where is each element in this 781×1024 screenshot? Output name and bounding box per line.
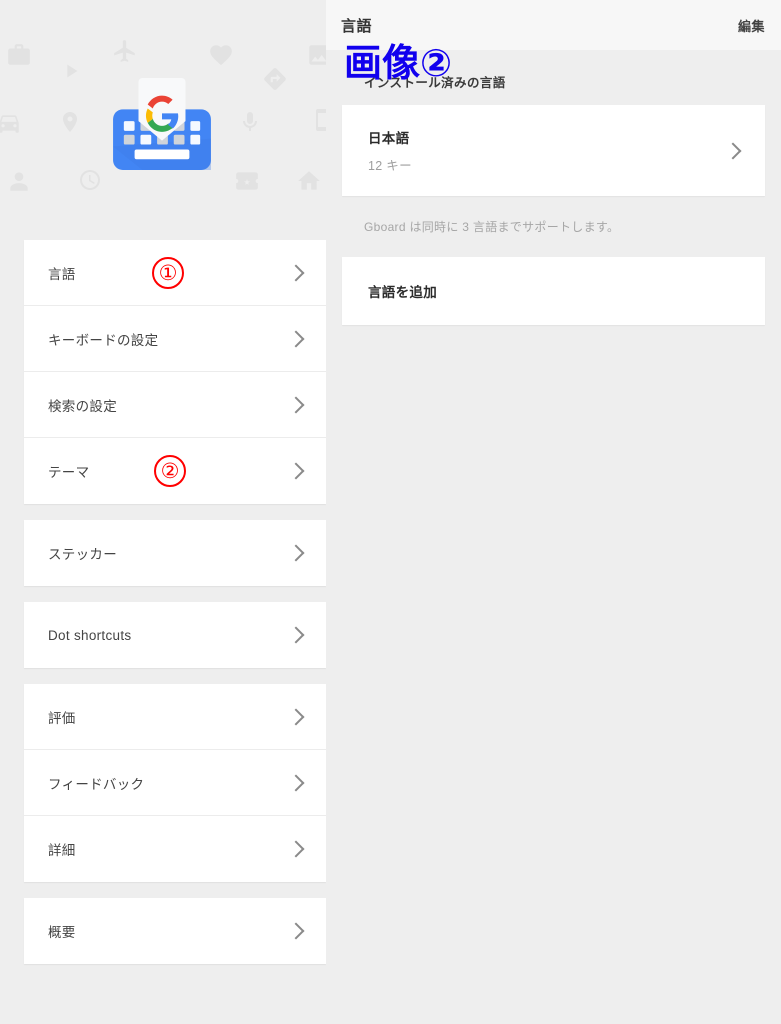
- installed-languages-card: 日本語 12 キー: [342, 105, 765, 196]
- chevron-right-icon: [287, 264, 305, 281]
- chevron-right-icon: [287, 462, 305, 480]
- language-detail-panel: 言語 編集 画像② インストール済みの言語 日本語 12 キー Gboard は…: [326, 0, 781, 1024]
- briefcase-icon: [8, 44, 30, 65]
- sidebar-item-label: テーマ: [48, 465, 90, 480]
- settings-group-4: 評価 フィードバック 詳細: [24, 684, 326, 882]
- home-icon: [298, 171, 320, 190]
- ticket-icon: [236, 172, 258, 190]
- edit-button[interactable]: 編集: [738, 16, 765, 35]
- language-limit-hint: Gboard は同時に 3 言語までサポートします。: [364, 220, 620, 234]
- language-name: 日本語: [368, 131, 410, 146]
- section-heading-installed-languages: インストール済みの言語: [364, 76, 506, 90]
- sidebar-item-search-settings[interactable]: 検索の設定: [24, 372, 326, 438]
- sidebar-item-feedback[interactable]: フィードバック: [24, 750, 326, 816]
- directions-icon: [264, 68, 286, 90]
- car-icon: [0, 115, 19, 133]
- add-language-label: 言語を追加: [368, 285, 437, 300]
- chevron-right-icon: [287, 708, 305, 725]
- sidebar-item-label: 詳細: [48, 843, 76, 858]
- clock-icon: [80, 170, 100, 190]
- gboard-logo: [113, 78, 211, 170]
- settings-sidebar: 言語 ① キーボードの設定 検索の設定 テーマ ② ステッカー Dot shor…: [0, 0, 326, 1024]
- chevron-right-icon: [724, 142, 742, 159]
- sidebar-item-rating[interactable]: 評価: [24, 684, 326, 750]
- sidebar-item-label: Dot shortcuts: [48, 627, 132, 643]
- page-title: 言語: [341, 17, 373, 35]
- chevron-right-icon: [287, 840, 305, 858]
- screen-root: 言語 ① キーボードの設定 検索の設定 テーマ ② ステッカー Dot shor…: [0, 0, 781, 1024]
- sidebar-item-label: キーボードの設定: [48, 332, 159, 348]
- mic-icon: [243, 112, 257, 131]
- sidebar-item-details[interactable]: 詳細: [24, 816, 326, 882]
- sidebar-item-dot-shortcuts[interactable]: Dot shortcuts: [24, 602, 326, 668]
- settings-group-2: ステッカー: [24, 520, 326, 586]
- sidebar-item-stickers[interactable]: ステッカー: [24, 520, 326, 586]
- settings-group-1: 言語 ① キーボードの設定 検索の設定 テーマ ②: [24, 240, 326, 504]
- location-pin-icon: [63, 112, 77, 132]
- airplane-icon: [114, 40, 135, 62]
- chevron-right-icon: [287, 330, 305, 347]
- sidebar-item-theme[interactable]: テーマ ②: [24, 438, 326, 504]
- play-icon: [67, 64, 78, 78]
- sidebar-item-label: 評価: [48, 710, 76, 726]
- detail-topbar: 言語 編集: [326, 0, 781, 50]
- chevron-right-icon: [287, 396, 305, 413]
- settings-group-5: 概要: [24, 898, 326, 964]
- chevron-right-icon: [287, 626, 305, 644]
- sidebar-item-about[interactable]: 概要: [24, 898, 326, 964]
- sidebar-item-label: 検索の設定: [48, 398, 117, 414]
- phone-icon: [316, 109, 326, 131]
- heart-icon: [210, 45, 232, 66]
- sidebar-item-keyboard-settings[interactable]: キーボードの設定: [24, 306, 326, 372]
- person-icon: [10, 172, 28, 191]
- sidebar-item-label: 概要: [48, 925, 76, 940]
- add-language-row[interactable]: 言語を追加: [342, 257, 765, 325]
- sidebar-item-label: フィードバック: [48, 776, 145, 792]
- sidebar-item-label: 言語: [48, 266, 76, 282]
- language-list-item[interactable]: 日本語 12 キー: [342, 105, 765, 196]
- app-hero-banner: [0, 0, 326, 240]
- image-icon: [309, 45, 326, 65]
- chevron-right-icon: [287, 774, 305, 791]
- sidebar-item-language[interactable]: 言語 ①: [24, 240, 326, 306]
- settings-group-3: Dot shortcuts: [24, 602, 326, 668]
- add-language-card[interactable]: 言語を追加: [342, 257, 765, 325]
- chevron-right-icon: [287, 544, 305, 562]
- chevron-right-icon: [287, 922, 305, 940]
- language-text-wrap: 日本語 12 キー: [368, 127, 727, 174]
- language-layout: 12 キー: [368, 159, 412, 173]
- sidebar-item-label: ステッカー: [48, 547, 117, 562]
